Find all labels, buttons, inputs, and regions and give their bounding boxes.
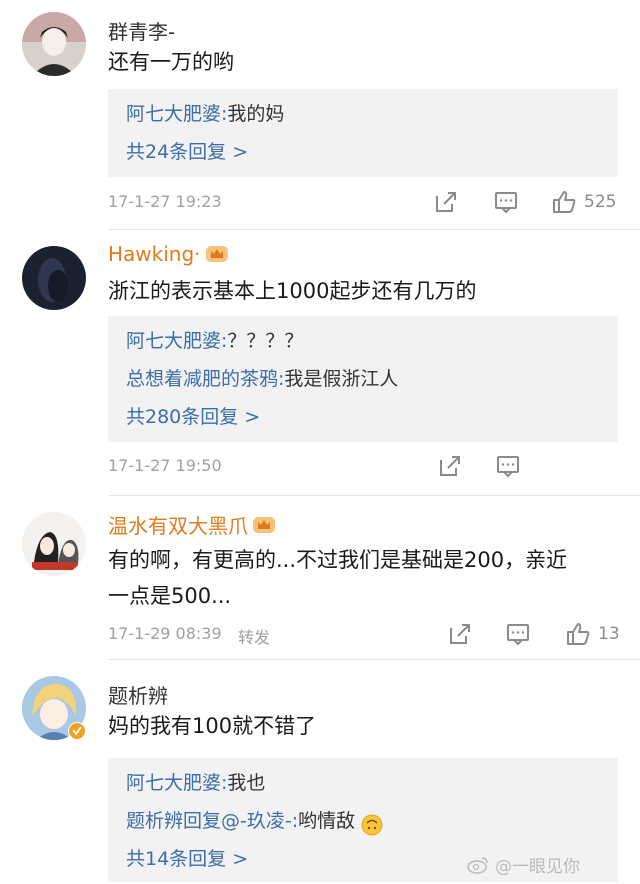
reply-row[interactable]: 题析辨回复@-玖凌-:哟情敌	[126, 802, 618, 840]
comment-footer: 17-1-27 19:50	[108, 452, 620, 482]
like-count: 525	[584, 192, 617, 212]
share-icon[interactable]	[432, 188, 460, 216]
reply-box[interactable]: 阿七大肥婆:我的妈 共24条回复 >	[108, 89, 618, 177]
username[interactable]: Hawking·	[108, 242, 229, 266]
username-text[interactable]: 题析辨	[108, 680, 168, 709]
reply-author[interactable]: 题析辨回复@-玖凌-:	[126, 810, 298, 832]
reply-row[interactable]: 阿七大肥婆:我的妈	[126, 95, 618, 133]
reply-author[interactable]: 阿七大肥婆:	[126, 772, 227, 794]
reply-text: 哟情敌	[298, 810, 356, 832]
username[interactable]: 温水有双大黑爪	[108, 510, 276, 539]
username[interactable]: 题析辨	[108, 680, 168, 709]
comment-icon[interactable]	[504, 620, 532, 648]
avatar[interactable]	[22, 512, 86, 576]
comment-text-line: 一点是500...	[108, 584, 232, 608]
reply-row[interactable]: 阿七大肥婆:我也	[126, 764, 618, 802]
comment-icon[interactable]	[494, 452, 522, 480]
more-replies-link[interactable]: 共280条回复 >	[126, 398, 618, 436]
avatar[interactable]	[22, 246, 86, 310]
reply-text: ？？？？	[227, 330, 304, 352]
weibo-logo-icon	[467, 856, 489, 874]
like-icon[interactable]	[550, 188, 578, 216]
timestamp: 17-1-27 19:50	[108, 456, 222, 475]
forward-label[interactable]: 转发	[238, 624, 270, 648]
comment-footer: 17-1-29 08:39 转发 13	[108, 620, 620, 650]
comment-text: 妈的我有100就不错了	[108, 714, 317, 738]
reply-author[interactable]: 阿七大肥婆:	[126, 330, 227, 352]
username[interactable]: 群青李-	[108, 16, 175, 45]
comment-icon[interactable]	[492, 188, 520, 216]
reply-box[interactable]: 阿七大肥婆:？？？？ 总想着减肥的茶鸦:我是假浙江人 共280条回复 >	[108, 316, 618, 442]
reply-row[interactable]: 总想着减肥的茶鸦:我是假浙江人	[126, 360, 618, 398]
reply-row[interactable]: 阿七大肥婆:？？？？	[126, 322, 618, 360]
username-text[interactable]: Hawking·	[108, 242, 201, 266]
timestamp: 17-1-29 08:39	[108, 624, 222, 643]
comment-4: 题析辨 妈的我有100就不错了 阿七大肥婆:我也 题析辨回复@-玖凌-:哟情敌 …	[0, 660, 640, 884]
verified-icon	[68, 722, 86, 740]
reply-author[interactable]: 总想着减肥的茶鸦:	[126, 368, 284, 390]
comment-1: 群青李- 还有一万的哟 阿七大肥婆:我的妈 共24条回复 > 17-1-27 1…	[0, 0, 640, 230]
crown-icon	[252, 515, 276, 535]
share-icon[interactable]	[436, 452, 464, 480]
avatar[interactable]	[22, 12, 86, 76]
watermark-text: @一眼见你	[495, 857, 580, 877]
comment-2: Hawking· 浙江的表示基本上1000起步还有几万的 阿七大肥婆:？？？？ …	[0, 230, 640, 496]
like-icon[interactable]	[564, 620, 592, 648]
comment-text: 有的啊，有更高的...不过我们是基础是200，亲近 一点是500...	[108, 542, 616, 614]
more-replies-link[interactable]: 共24条回复 >	[126, 133, 618, 171]
reply-text: 我的妈	[227, 103, 285, 125]
comment-text: 浙江的表示基本上1000起步还有几万的	[108, 279, 477, 303]
comment-text: 还有一万的哟	[108, 50, 234, 74]
username-text[interactable]: 群青李-	[108, 16, 175, 45]
watermark: @一眼见你	[467, 852, 580, 877]
crown-icon	[205, 244, 229, 264]
comment-footer: 17-1-27 19:23 525	[108, 188, 620, 218]
comment-3: 温水有双大黑爪 有的啊，有更高的...不过我们是基础是200，亲近 一点是500…	[0, 496, 640, 660]
upside-down-smile-icon	[361, 811, 383, 835]
reply-text: 我也	[227, 772, 266, 794]
reply-text: 我是假浙江人	[284, 368, 399, 390]
timestamp: 17-1-27 19:23	[108, 192, 222, 211]
share-icon[interactable]	[446, 620, 474, 648]
like-count: 13	[598, 624, 620, 644]
comment-text-line: 有的啊，有更高的...不过我们是基础是200，亲近	[108, 548, 568, 572]
reply-author[interactable]: 阿七大肥婆:	[126, 103, 227, 125]
username-text[interactable]: 温水有双大黑爪	[108, 510, 248, 539]
